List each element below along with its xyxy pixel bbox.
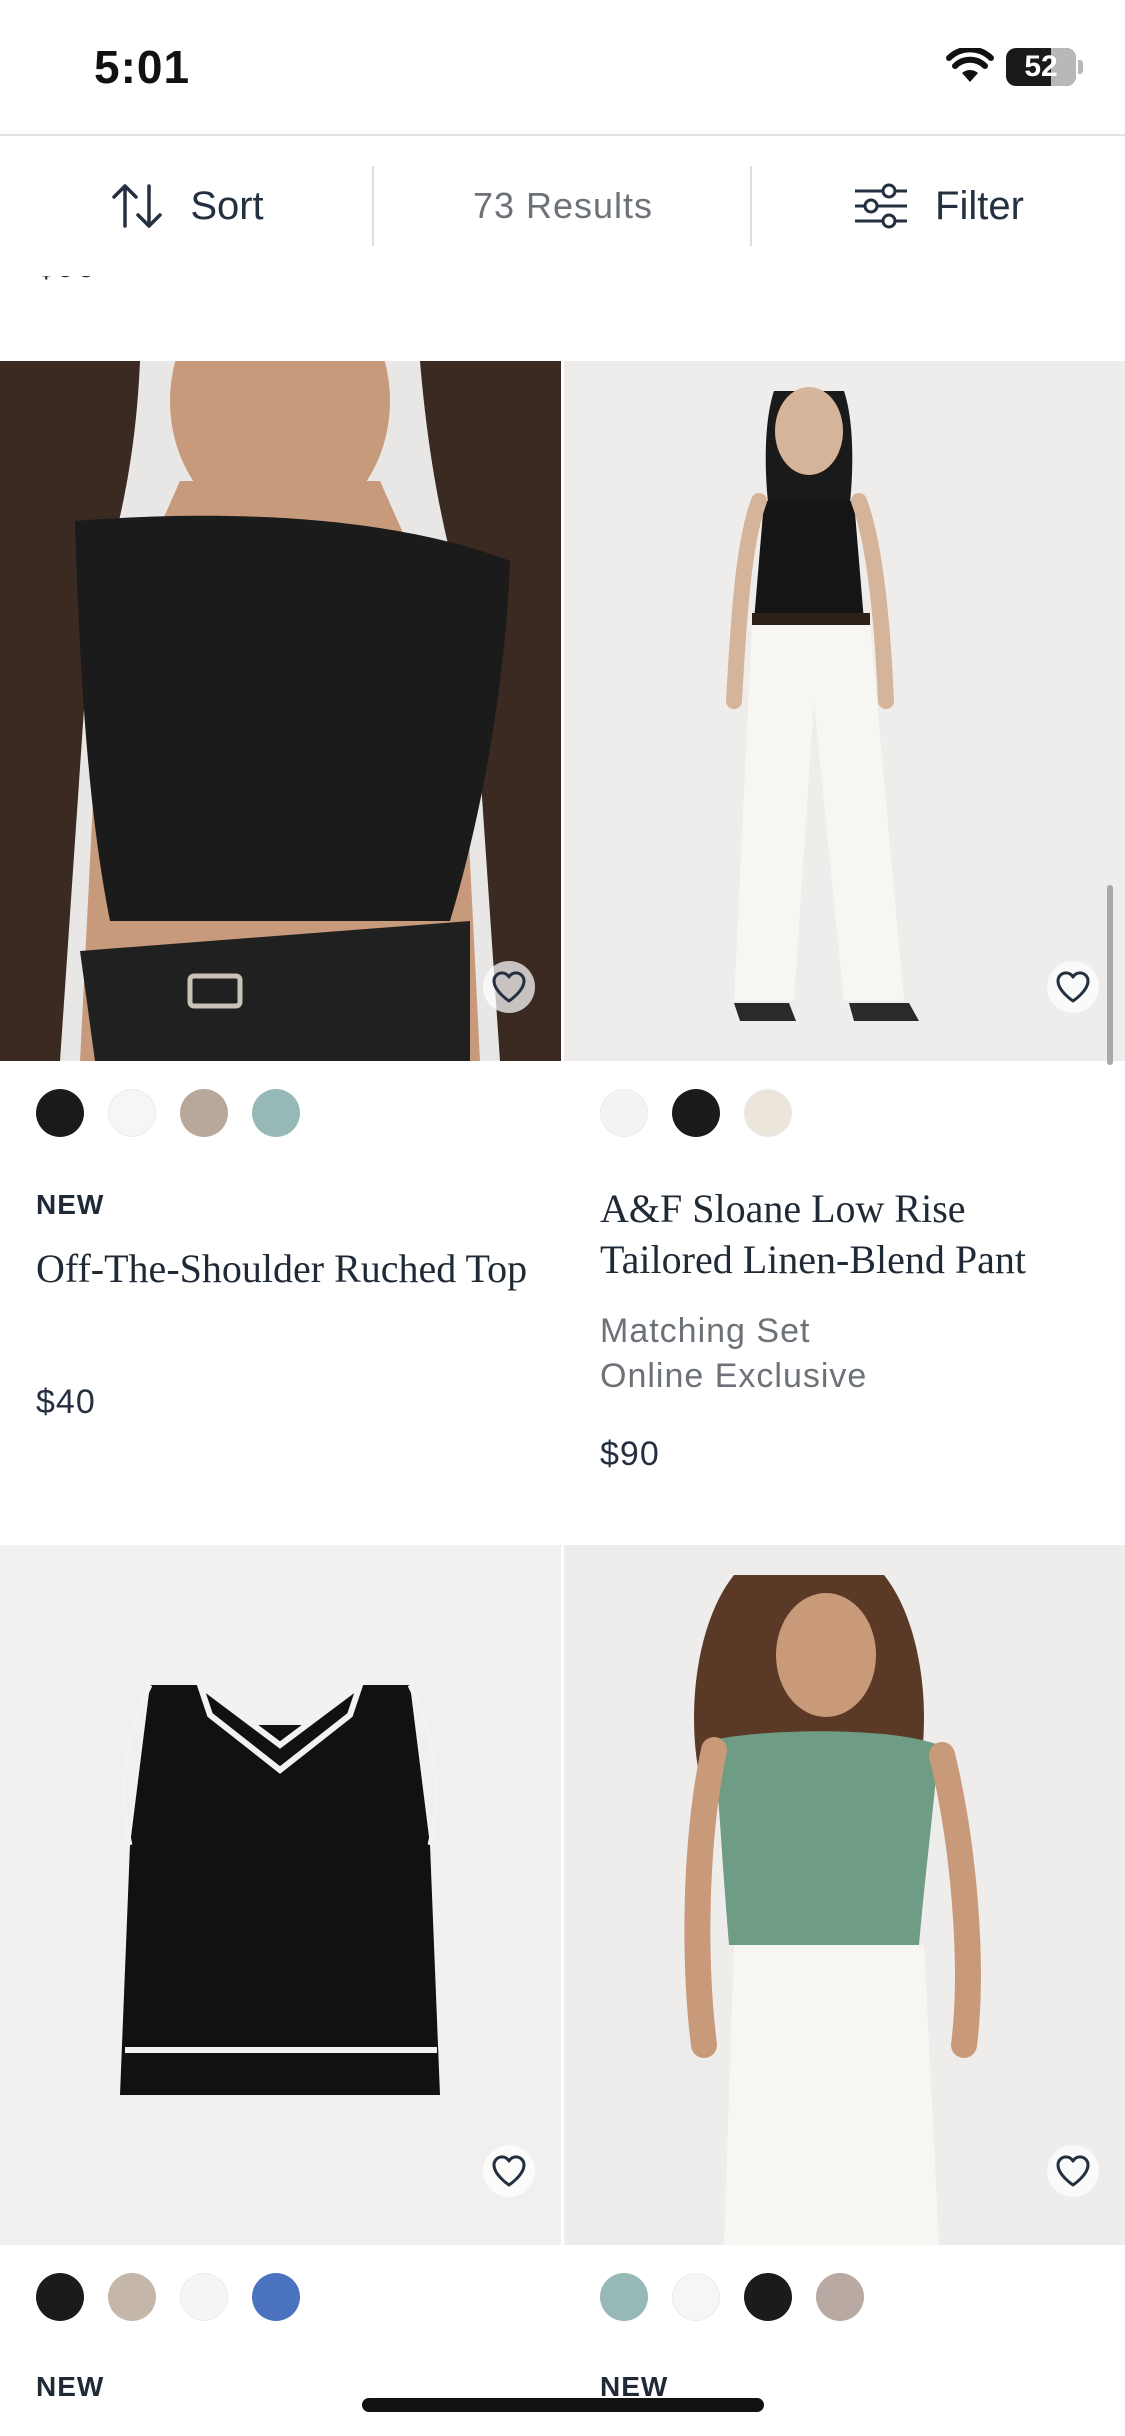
product-price: $40	[36, 1383, 96, 1421]
new-badge: NEW	[36, 2371, 105, 2402]
color-swatch[interactable]	[108, 1089, 156, 1137]
sort-button[interactable]: Sort	[0, 136, 374, 276]
color-swatch[interactable]	[180, 2273, 228, 2321]
product-name[interactable]: Off-The-Shoulder Ruched Top	[36, 1243, 536, 1294]
sort-icon	[112, 184, 163, 228]
color-swatches	[600, 2273, 864, 2321]
color-swatch[interactable]	[180, 1089, 228, 1137]
wishlist-button[interactable]	[1047, 961, 1099, 1013]
color-swatch[interactable]	[744, 1089, 792, 1137]
heart-icon	[492, 2155, 526, 2187]
product-price: $90	[600, 1435, 660, 1473]
product-card[interactable]: NEW	[564, 1545, 1125, 2436]
product-image[interactable]	[564, 1545, 1125, 2245]
color-swatches	[36, 1089, 300, 1137]
new-badge: NEW	[36, 1189, 105, 1220]
scroll-indicator[interactable]	[1107, 885, 1113, 1065]
wishlist-button[interactable]	[483, 961, 535, 1013]
product-image[interactable]	[0, 1545, 561, 2245]
wifi-icon	[946, 48, 994, 82]
product-name[interactable]: A&F Sloane Low Rise Tailored Linen-Blend…	[600, 1183, 1100, 1285]
filter-label: Filter	[935, 183, 1024, 228]
product-image[interactable]	[564, 361, 1125, 1061]
color-swatch[interactable]	[600, 1089, 648, 1137]
product-image[interactable]	[0, 361, 561, 1061]
color-swatch[interactable]	[252, 1089, 300, 1137]
heart-icon	[1056, 971, 1090, 1003]
product-photo-graphic	[564, 1545, 1125, 2245]
wishlist-button[interactable]	[1047, 2145, 1099, 2197]
home-indicator[interactable]	[362, 2398, 764, 2412]
wishlist-button[interactable]	[483, 2145, 535, 2197]
product-card[interactable]: NEW	[0, 1545, 561, 2436]
status-time: 5:01	[94, 41, 191, 93]
color-swatch[interactable]	[600, 2273, 648, 2321]
color-swatch[interactable]	[36, 1089, 84, 1137]
results-label: 73 Results	[472, 185, 654, 226]
battery-tip	[1078, 60, 1083, 74]
color-swatch[interactable]	[744, 2273, 792, 2321]
color-swatches	[36, 2273, 300, 2321]
battery-icon: 52	[1006, 48, 1076, 86]
color-swatch[interactable]	[672, 2273, 720, 2321]
results-count: 73 Results	[374, 136, 752, 276]
color-swatch[interactable]	[672, 1089, 720, 1137]
product-photo-graphic	[0, 1545, 561, 2245]
product-tag-online-exclusive: Online Exclusive	[600, 1357, 868, 1395]
product-photo-graphic	[564, 361, 1125, 1061]
heart-icon	[1056, 2155, 1090, 2187]
color-swatch[interactable]	[252, 2273, 300, 2321]
battery-level: 52	[1024, 50, 1058, 83]
color-swatch[interactable]	[816, 2273, 864, 2321]
sort-filter-toolbar: Sort 73 Results Filter	[0, 134, 1125, 276]
sort-label: Sort	[190, 183, 264, 228]
filter-icon	[855, 183, 908, 229]
color-swatch[interactable]	[36, 2273, 84, 2321]
color-swatches	[600, 1089, 792, 1137]
product-card[interactable]: NEW Off-The-Shoulder Ruched Top $40	[0, 361, 561, 1541]
color-swatch[interactable]	[108, 2273, 156, 2321]
product-card[interactable]: A&F Sloane Low Rise Tailored Linen-Blend…	[564, 361, 1125, 1541]
heart-icon	[492, 971, 526, 1003]
product-tag-matching-set: Matching Set	[600, 1312, 811, 1350]
product-photo-graphic	[0, 361, 561, 1061]
status-bar: 5:01 52	[0, 0, 1125, 134]
filter-button[interactable]: Filter	[752, 136, 1125, 276]
